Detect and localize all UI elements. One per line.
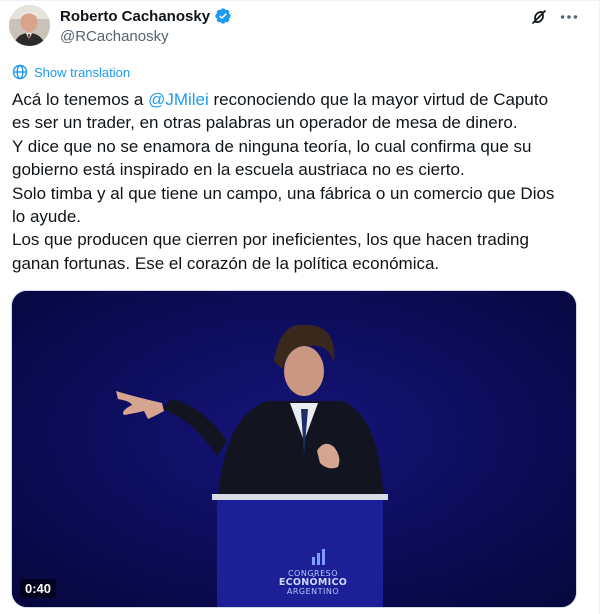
tweet-line-2: es ser un trader, en otras palabras un o… xyxy=(12,113,518,133)
tweet-line-8: ganan fortunas. Ese el corazón de la pol… xyxy=(12,253,440,273)
avatar[interactable] xyxy=(9,5,50,46)
more-options-icon[interactable] xyxy=(558,6,580,28)
mention-link[interactable]: @JMilei xyxy=(148,90,209,109)
tweet-line-7: Los que producen que cierren por inefici… xyxy=(12,230,529,250)
video-player[interactable]: CONGRESO ECONÓMICO ARGENTINO 0:40 xyxy=(11,290,577,608)
tweet-text: Acá lo tenemos a @JMilei reconociendo qu… xyxy=(12,88,592,275)
tweet-header: Roberto Cachanosky @RCachanosky xyxy=(0,0,599,56)
video-duration-badge: 0:40 xyxy=(20,579,57,598)
author-name[interactable]: Roberto Cachanosky xyxy=(60,8,210,25)
tweet-line-6: lo ayude. xyxy=(12,207,81,227)
tweet-line-3: Y dice que no se enamora de ninguna teor… xyxy=(12,136,532,156)
tweet-line-5: Solo timba y al que tiene un campo, una … xyxy=(12,183,555,203)
tweet-text-segment: reconociendo que la mayor virtud de Capu… xyxy=(208,90,549,109)
podium-logo-text: CONGRESO ECONÓMICO ARGENTINO xyxy=(270,569,356,596)
verified-badge-icon xyxy=(214,7,232,25)
right-divider xyxy=(599,0,600,614)
translate-icon xyxy=(12,64,28,80)
video-frame xyxy=(12,291,576,607)
show-translation-link[interactable]: Show translation xyxy=(12,64,130,80)
podium-line-2: ECONÓMICO xyxy=(278,577,348,588)
author-handle[interactable]: @RCachanosky xyxy=(60,28,169,45)
tweet-line-4: gobierno está inspirado en la escuela au… xyxy=(12,160,465,180)
tweet-text-segment: Acá lo tenemos a xyxy=(12,90,149,109)
podium-line-3: ARGENTINO xyxy=(286,587,340,596)
grok-icon[interactable] xyxy=(528,6,550,28)
tweet-line-1: Acá lo tenemos a @JMilei reconociendo qu… xyxy=(12,88,592,111)
show-translation-label: Show translation xyxy=(34,64,131,80)
